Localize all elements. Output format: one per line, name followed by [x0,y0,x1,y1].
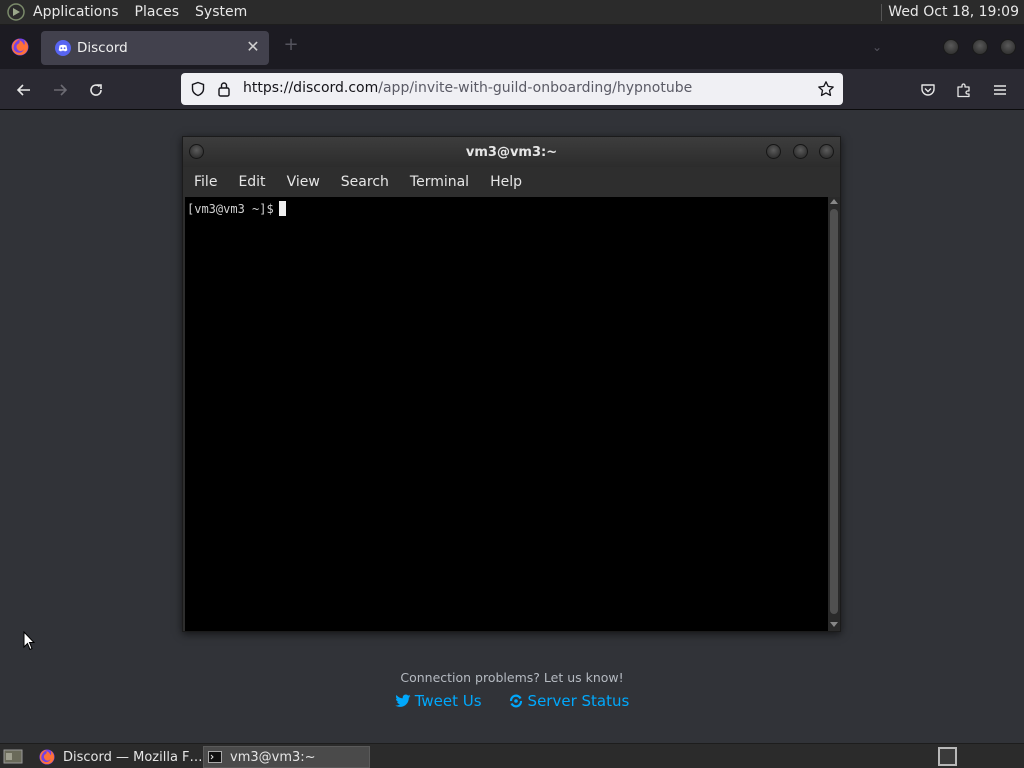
extensions-button[interactable] [952,78,976,102]
terminal-scrollbar[interactable] [828,197,840,631]
firefox-icon [39,749,55,765]
tweet-us-label: Tweet Us [414,692,482,710]
terminal-screen[interactable]: [vm3@vm3 ~]$ [185,197,828,631]
applications-logo-icon[interactable] [6,2,26,22]
nav-bar: https://discord.com/app/invite-with-guil… [0,69,1024,110]
shell-prompt: [vm3@vm3 ~]$ [187,201,286,216]
menu-view[interactable]: View [287,174,320,190]
taskbar-label: Discord — Mozilla F… [63,749,203,765]
text-cursor [278,201,286,216]
menu-places[interactable]: Places [135,4,180,20]
menu-applications[interactable]: Applications [33,4,119,20]
panel-clock[interactable]: Wed Oct 18, 19:09 [881,4,1019,21]
terminal-titlebar[interactable]: vm3@vm3:~ [183,137,840,167]
url-text[interactable]: https://discord.com/app/invite-with-guil… [243,80,692,96]
forward-arrow-icon [54,84,68,96]
workspace-switcher[interactable] [938,747,957,766]
back-button[interactable] [12,78,36,102]
menu-search[interactable]: Search [341,174,389,190]
terminal-window[interactable]: vm3@vm3:~ File Edit View Search Terminal… [182,136,841,632]
bookmark-star-icon[interactable] [817,80,835,98]
terminal-icon [208,751,222,763]
tracking-protection-shield-icon[interactable] [190,81,206,97]
firefox-menu-icon[interactable] [11,38,29,56]
mouse-pointer-icon [23,631,35,651]
menu-edit[interactable]: Edit [238,174,265,190]
lock-icon[interactable] [217,81,231,97]
terminal-menubar: File Edit View Search Terminal Help [183,167,840,197]
taskbar-label: vm3@vm3:~ [230,749,316,765]
terminal-close-button[interactable] [819,144,834,159]
top-panel: Applications Places System Wed Oct 18, 1… [0,0,1024,25]
hamburger-menu-icon [994,85,1006,95]
show-desktop-icon[interactable] [3,748,23,765]
terminal-maximize-button[interactable] [793,144,808,159]
puzzle-piece-icon [957,83,970,98]
tab-title: Discord [77,40,128,56]
pocket-icon [921,84,935,96]
help-links: Tweet Us Server Status [0,692,1024,710]
discord-icon [55,40,71,56]
bottom-panel: Discord — Mozilla F… vm3@vm3:~ [0,743,1024,768]
window-menu-button[interactable] [189,144,204,159]
twitter-bird-icon [394,694,411,707]
close-window-button[interactable] [1000,39,1016,55]
scroll-down-arrow-icon[interactable] [830,622,838,627]
tweet-us-link[interactable]: Tweet Us [394,692,482,710]
terminal-title: vm3@vm3:~ [465,144,558,160]
server-status-link[interactable]: Server Status [508,692,630,710]
menu-help[interactable]: Help [490,174,522,190]
connection-problems-text: Connection problems? Let us know! [400,670,624,685]
pocket-button[interactable] [916,78,940,102]
terminal-minimize-button[interactable] [766,144,781,159]
new-tab-icon[interactable]: + [282,36,300,54]
maximize-window-button[interactable] [972,39,988,55]
url-bar[interactable]: https://discord.com/app/invite-with-guil… [181,73,843,105]
menu-file[interactable]: File [194,174,217,190]
minimize-window-button[interactable] [943,39,959,55]
app-menu-button[interactable] [988,78,1012,102]
scroll-up-arrow-icon[interactable] [830,199,838,204]
taskbar-item-firefox[interactable]: Discord — Mozilla F… [33,746,203,768]
scrollbar-thumb[interactable] [830,209,838,614]
status-sync-icon [509,694,522,708]
forward-button[interactable] [48,78,72,102]
tab-discord[interactable]: Discord ✕ [41,31,269,65]
tab-strip: Discord ✕ + ⌄ [0,25,1024,69]
menu-system[interactable]: System [195,4,247,20]
reload-button[interactable] [84,78,108,102]
list-tabs-icon[interactable]: ⌄ [872,40,882,54]
menu-terminal[interactable]: Terminal [410,174,469,190]
close-tab-icon[interactable]: ✕ [245,39,261,55]
back-arrow-icon [16,84,30,96]
taskbar-item-terminal[interactable]: vm3@vm3:~ [203,746,370,768]
reload-icon [90,84,102,96]
server-status-label: Server Status [527,692,630,710]
